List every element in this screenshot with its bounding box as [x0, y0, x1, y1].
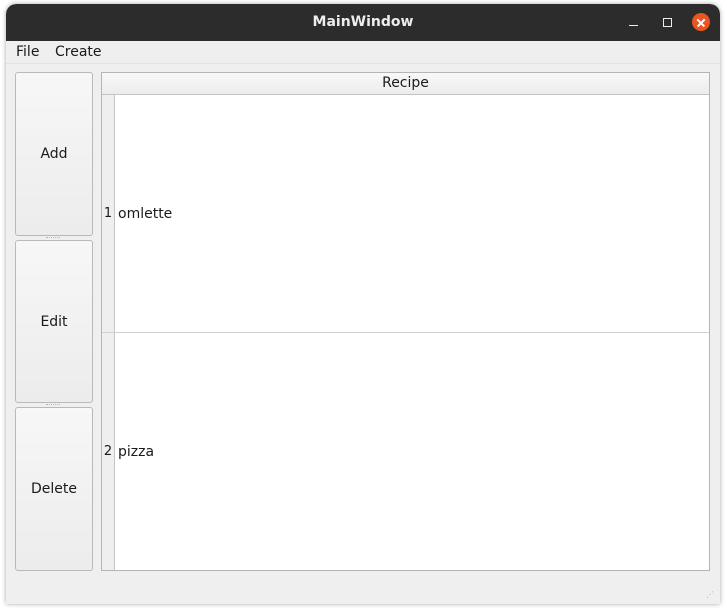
- column-header-recipe[interactable]: Recipe: [102, 73, 709, 95]
- resize-grip-icon[interactable]: ⋰: [706, 590, 716, 600]
- menu-bar: File Create: [6, 41, 720, 64]
- close-button[interactable]: [692, 13, 710, 31]
- recipe-cell[interactable]: omlette: [118, 95, 172, 332]
- add-button[interactable]: Add: [15, 72, 93, 236]
- splitter-handle[interactable]: [46, 237, 60, 239]
- recipe-table[interactable]: Recipe 1 omlette 2 pizza: [101, 72, 710, 571]
- table-row[interactable]: 2 pizza: [102, 333, 709, 570]
- minimize-icon: [629, 25, 638, 26]
- edit-button[interactable]: Edit: [15, 240, 93, 403]
- maximize-button[interactable]: [659, 13, 677, 31]
- maximize-icon: [663, 18, 672, 27]
- splitter-handle[interactable]: [46, 404, 60, 406]
- menu-create[interactable]: Create: [55, 41, 102, 63]
- recipe-cell[interactable]: pizza: [118, 333, 154, 570]
- minimize-button[interactable]: [625, 13, 643, 31]
- main-window: MainWindow File Create Add Edit Delete R…: [6, 4, 720, 604]
- row-header[interactable]: 1: [102, 95, 115, 332]
- window-title: MainWindow: [312, 14, 414, 30]
- delete-button[interactable]: Delete: [15, 407, 93, 571]
- table-row[interactable]: 1 omlette: [102, 95, 709, 333]
- row-header[interactable]: 2: [102, 333, 115, 570]
- title-bar[interactable]: MainWindow: [6, 4, 720, 41]
- menu-file[interactable]: File: [16, 41, 39, 63]
